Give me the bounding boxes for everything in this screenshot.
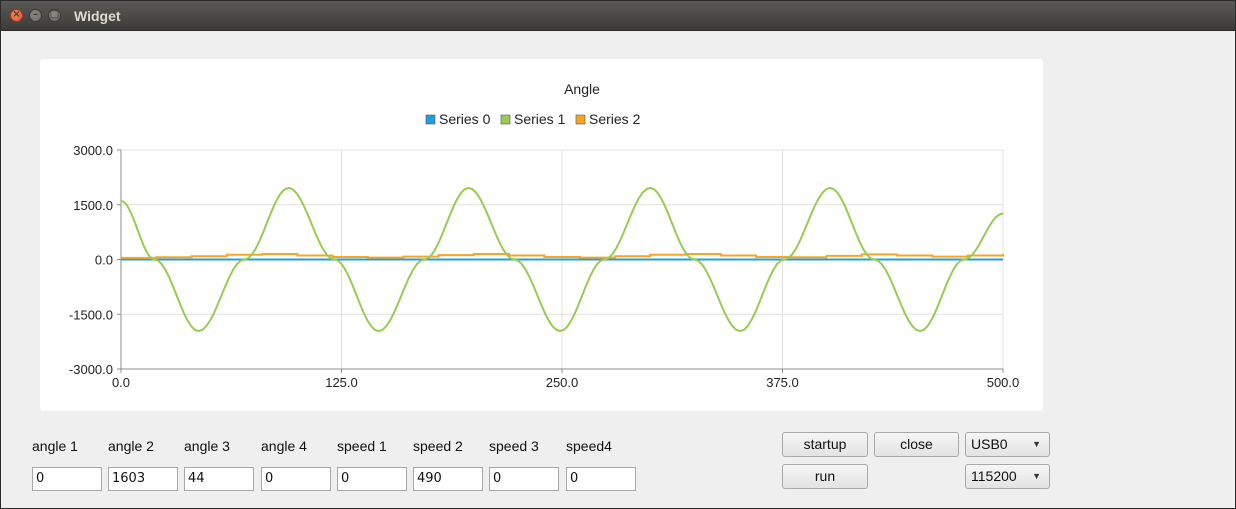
y-tick-label: 1500.0 [73,198,113,213]
angle-chart: Angle Series 0 Series 1 Series 2 0.0 125.0 250… [69,81,1020,390]
angle3-field[interactable]: 44 [184,467,254,491]
x-tick-label: 500.0 [987,375,1020,390]
title-bar: × – □ Widget [1,1,1235,31]
maximize-icon: □ [49,9,60,20]
baud-select[interactable]: 115200 ▼ [965,464,1050,489]
legend-swatch [575,114,586,125]
chevron-down-icon: ▼ [1032,471,1041,481]
port-select-value: USB0 [971,436,1008,452]
speed2-label: speed 2 [413,438,463,454]
chevron-down-icon: ▼ [1032,439,1041,449]
speed4-field[interactable]: 0 [566,467,636,491]
window-title: Widget [74,8,121,24]
minimize-icon: – [33,9,38,20]
window-maximize-button[interactable]: □ [48,9,61,22]
y-tick-label: -1500.0 [69,307,113,322]
legend-swatch [500,114,511,125]
angle2-field[interactable]: 1603 [108,467,178,491]
main-window: × – □ Widget Angle Series 0 Series 1 Series… [0,0,1236,509]
speed4-label: speed4 [566,438,612,454]
speed3-label: speed 3 [489,438,539,454]
x-tick-label: 250.0 [546,375,579,390]
y-tick-label: 3000.0 [73,143,113,158]
speed3-field[interactable]: 0 [489,467,559,491]
legend-label: Series 2 [589,111,641,127]
window-close-button[interactable]: × [10,9,23,22]
legend-label: Series 0 [439,111,491,127]
baud-select-value: 115200 [971,468,1017,484]
legend-swatch [425,114,436,125]
angle4-label: angle 4 [261,438,307,454]
speed1-label: speed 1 [337,438,387,454]
port-select[interactable]: USB0 ▼ [965,432,1050,457]
speed1-field[interactable]: 0 [337,467,407,491]
run-button[interactable]: run [782,464,868,489]
startup-button[interactable]: startup [782,432,868,457]
speed2-field[interactable]: 490 [413,467,483,491]
x-tick-label: 125.0 [325,375,358,390]
x-tick-label: 375.0 [766,375,799,390]
angle4-field[interactable]: 0 [261,467,331,491]
legend-label: Series 1 [514,111,566,127]
y-tick-label: -3000.0 [69,362,113,377]
angle1-label: angle 1 [32,438,78,454]
angle2-label: angle 2 [108,438,154,454]
x-tick-label: 0.0 [112,375,130,390]
angle3-label: angle 3 [184,438,230,454]
y-tick-label: 0.0 [95,253,113,268]
angle1-field[interactable]: 0 [32,467,102,491]
window-minimize-button[interactable]: – [29,9,42,22]
close-icon: × [12,9,21,20]
close-button[interactable]: close [874,432,959,457]
chart-panel: Angle Series 0 Series 1 Series 2 0.0 125.0 250… [40,59,1043,411]
chart-title: Angle [564,81,600,97]
